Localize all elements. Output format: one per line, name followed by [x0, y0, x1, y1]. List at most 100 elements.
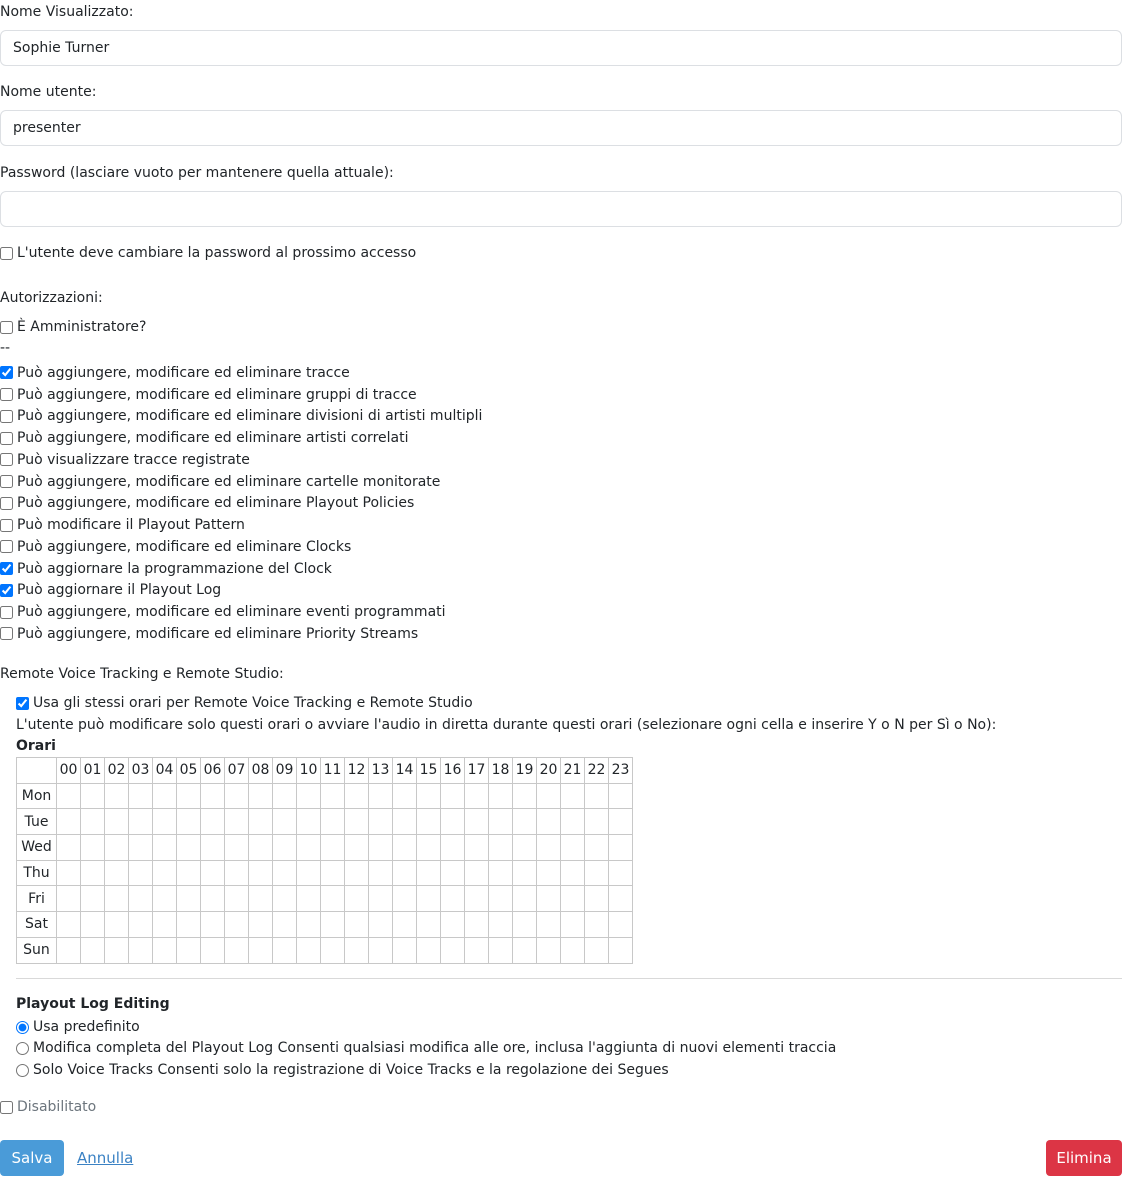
hour-slot-cell[interactable] [368, 936, 393, 964]
hour-slot-cell[interactable] [536, 885, 561, 913]
hour-slot-cell[interactable] [80, 885, 105, 913]
hour-slot-cell[interactable] [344, 834, 369, 861]
permission-item[interactable]: Può aggiornare il Playout Log [0, 580, 600, 602]
hour-slot-cell[interactable] [608, 834, 633, 861]
playout-option-full[interactable]: Modifica completa del Playout Log Consen… [16, 1039, 836, 1057]
hour-slot-cell[interactable] [176, 936, 201, 964]
hour-slot-cell[interactable] [320, 911, 345, 938]
hour-slot-cell[interactable] [584, 859, 609, 887]
permission-item[interactable]: Può aggiungere, modificare ed eliminare … [0, 471, 600, 493]
permission-checkbox[interactable] [0, 453, 13, 467]
hour-slot-cell[interactable] [368, 834, 393, 861]
hour-slot-cell[interactable] [392, 911, 417, 938]
permissions-scroll-area[interactable]: Può aggiungere, modificare ed eliminare … [0, 362, 600, 648]
hour-slot-cell[interactable] [608, 859, 633, 887]
hour-slot-cell[interactable] [104, 808, 129, 836]
hour-slot-cell[interactable] [248, 885, 273, 913]
password-input[interactable] [0, 191, 1122, 227]
hour-slot-cell[interactable] [416, 911, 441, 938]
hour-slot-cell[interactable] [272, 834, 297, 861]
hour-slot-cell[interactable] [80, 936, 105, 964]
hour-slot-cell[interactable] [416, 782, 441, 810]
hour-slot-cell[interactable] [392, 885, 417, 913]
permission-checkbox[interactable] [0, 627, 13, 641]
hour-slot-cell[interactable] [152, 911, 177, 938]
disabled-checkbox[interactable] [0, 1100, 13, 1114]
hour-slot-cell[interactable] [560, 782, 585, 810]
hour-slot-cell[interactable] [560, 911, 585, 938]
permission-checkbox[interactable] [0, 605, 13, 619]
hour-slot-cell[interactable] [128, 834, 153, 861]
hour-slot-cell[interactable] [512, 782, 537, 810]
playout-full-radio[interactable] [16, 1041, 29, 1055]
hour-slot-cell[interactable] [344, 911, 369, 938]
permission-item[interactable]: Può aggiungere, modificare ed eliminare … [0, 536, 600, 558]
hour-slot-cell[interactable] [200, 834, 225, 861]
hour-slot-cell[interactable] [368, 885, 393, 913]
hour-slot-cell[interactable] [272, 885, 297, 913]
hour-slot-cell[interactable] [296, 911, 321, 938]
hour-slot-cell[interactable] [440, 834, 465, 861]
permission-item[interactable]: Può visualizzare tracce registrate [0, 449, 600, 471]
hour-slot-cell[interactable] [584, 782, 609, 810]
hour-slot-cell[interactable] [224, 782, 249, 810]
hour-slot-cell[interactable] [176, 808, 201, 836]
hour-slot-cell[interactable] [248, 911, 273, 938]
hour-slot-cell[interactable] [200, 808, 225, 836]
hour-slot-cell[interactable] [440, 885, 465, 913]
hour-slot-cell[interactable] [416, 834, 441, 861]
hour-slot-cell[interactable] [488, 859, 513, 887]
hour-slot-cell[interactable] [584, 885, 609, 913]
hour-slot-cell[interactable] [176, 834, 201, 861]
hour-slot-cell[interactable] [80, 782, 105, 810]
hour-slot-cell[interactable] [152, 936, 177, 964]
hour-slot-cell[interactable] [56, 808, 81, 836]
hour-slot-cell[interactable] [128, 859, 153, 887]
hour-slot-cell[interactable] [152, 834, 177, 861]
hour-slot-cell[interactable] [56, 834, 81, 861]
hour-slot-cell[interactable] [512, 808, 537, 836]
hour-slot-cell[interactable] [392, 936, 417, 964]
hour-slot-cell[interactable] [80, 808, 105, 836]
hour-slot-cell[interactable] [416, 936, 441, 964]
hour-slot-cell[interactable] [560, 808, 585, 836]
hour-slot-cell[interactable] [272, 936, 297, 964]
hour-slot-cell[interactable] [416, 885, 441, 913]
hour-slot-cell[interactable] [224, 808, 249, 836]
permission-checkbox[interactable] [0, 475, 13, 489]
permission-checkbox[interactable] [0, 431, 13, 445]
hour-slot-cell[interactable] [248, 808, 273, 836]
hour-slot-cell[interactable] [560, 885, 585, 913]
hour-slot-cell[interactable] [128, 808, 153, 836]
hour-slot-cell[interactable] [248, 936, 273, 964]
playout-default-radio[interactable] [16, 1020, 29, 1034]
hour-slot-cell[interactable] [320, 834, 345, 861]
hour-slot-cell[interactable] [176, 782, 201, 810]
hour-slot-cell[interactable] [560, 859, 585, 887]
hour-slot-cell[interactable] [392, 782, 417, 810]
hour-slot-cell[interactable] [416, 808, 441, 836]
hour-slot-cell[interactable] [200, 859, 225, 887]
hour-slot-cell[interactable] [440, 782, 465, 810]
permission-item[interactable]: Può aggiungere, modificare ed eliminare … [0, 384, 600, 406]
hour-slot-cell[interactable] [128, 782, 153, 810]
hour-slot-cell[interactable] [296, 936, 321, 964]
hour-slot-cell[interactable] [584, 911, 609, 938]
hour-slot-cell[interactable] [440, 859, 465, 887]
permission-item[interactable]: Può aggiornare la programmazione del Clo… [0, 558, 600, 580]
delete-button[interactable]: Elimina [1046, 1140, 1122, 1176]
hour-slot-cell[interactable] [320, 936, 345, 964]
permission-checkbox[interactable] [0, 366, 13, 380]
hour-slot-cell[interactable] [296, 885, 321, 913]
permission-item[interactable]: Può aggiungere, modificare ed eliminare … [0, 427, 600, 449]
hour-slot-cell[interactable] [320, 859, 345, 887]
hour-slot-cell[interactable] [512, 911, 537, 938]
hour-slot-cell[interactable] [488, 911, 513, 938]
hour-slot-cell[interactable] [536, 936, 561, 964]
hour-slot-cell[interactable] [104, 834, 129, 861]
hour-slot-cell[interactable] [488, 936, 513, 964]
hour-slot-cell[interactable] [464, 834, 489, 861]
hour-slot-cell[interactable] [464, 808, 489, 836]
hour-slot-cell[interactable] [272, 808, 297, 836]
hour-slot-cell[interactable] [368, 808, 393, 836]
